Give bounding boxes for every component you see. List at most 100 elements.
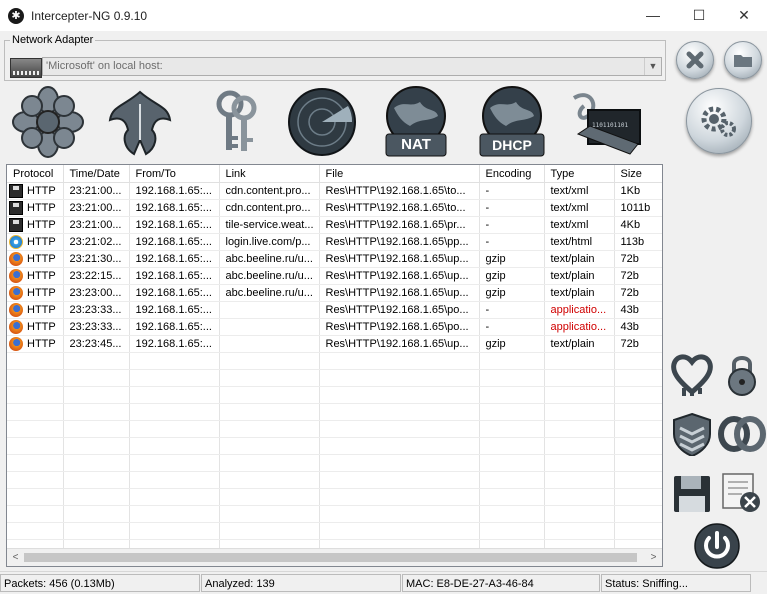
empty-cell [129,403,220,421]
empty-row [7,454,662,472]
empty-cell [63,386,130,404]
stop-button[interactable] [676,41,714,79]
cell-encoding: - [479,301,545,319]
power-button[interactable] [694,523,740,569]
cell-encoding: gzip [479,335,545,353]
column-header-from-to[interactable]: From/To [129,165,220,183]
column-header-protocol[interactable]: Protocol [7,165,64,183]
internet-explorer-icon [9,235,23,249]
cell-protocol: HTTP [7,216,64,234]
empty-cell [129,437,220,455]
scrollbar-thumb[interactable] [24,553,637,562]
settings-button[interactable] [686,88,752,154]
empty-cell [129,454,220,472]
column-header-encoding[interactable]: Encoding [479,165,545,183]
table-row[interactable]: HTTP 23:23:45... 192.168.1.65:... Res\HTTP\… [7,335,662,353]
status-mac: MAC: E8-DE-27-A3-46-84 [402,574,600,592]
dhcp-label: DHCP [492,137,532,153]
adapter-selected-value: 'Microsoft' on local host: [46,60,163,72]
nat-mode-button[interactable]: NAT [380,86,452,158]
cell-file: Res\HTTP\192.168.1.65\to... [319,199,480,217]
protocol-label: HTTP [27,202,56,214]
protocol-label: HTTP [27,236,56,248]
chevron-down-icon[interactable]: ▼ [644,58,661,75]
empty-cell [544,454,615,472]
floppy-save-icon [674,476,710,512]
table-row[interactable]: HTTP 23:21:02... 192.168.1.65:... login.liv… [7,233,662,251]
dhcp-mode-button[interactable]: DHCP [476,86,548,158]
cell-encoding: - [479,199,545,217]
minimize-button[interactable]: — [630,0,676,31]
empty-cell [319,403,480,421]
column-header-type[interactable]: Type [544,165,615,183]
table-row[interactable]: HTTP 23:21:30... 192.168.1.65:... abc.beeli… [7,250,662,268]
scroll-left-icon[interactable]: < [7,549,24,566]
empty-cell [319,437,480,455]
empty-row [7,352,662,370]
rings-button[interactable] [718,412,766,456]
messenger-mode-button[interactable] [12,86,84,158]
padlock-button[interactable] [720,352,764,396]
open-button[interactable] [724,41,762,79]
clear-log-button[interactable] [720,470,764,514]
protocol-label: HTTP [27,304,56,316]
nat-label: NAT [401,136,431,153]
padlock-icon [728,356,756,396]
column-header-time[interactable]: Time/Date [63,165,130,183]
shield-button[interactable] [670,412,714,458]
cell-link: abc.beeline.ru/u... [219,250,320,268]
table-row[interactable]: HTTP 23:21:00... 192.168.1.65:... cdn.conte… [7,182,662,200]
cell-file: Res\HTTP\192.168.1.65\pp... [319,233,480,251]
scan-mode-button[interactable] [286,86,358,158]
cell-type: text/plain [544,335,615,353]
phoenix-mode-button[interactable] [104,86,176,158]
empty-cell [7,454,64,472]
save-button[interactable] [670,472,714,516]
cell-link: login.live.com/p... [219,233,320,251]
empty-cell [479,454,545,472]
raw-mode-button[interactable]: 1101101101 [570,86,642,158]
cell-file: Res\HTTP\192.168.1.65\up... [319,284,480,302]
table-row[interactable]: HTTP 23:22:15... 192.168.1.65:... abc.beeli… [7,267,662,285]
empty-cell [479,386,545,404]
scroll-right-icon[interactable]: > [645,549,662,566]
column-header-link[interactable]: Link [219,165,320,183]
maximize-button[interactable]: ☐ [676,0,722,31]
table-row[interactable]: HTTP 23:21:00... 192.168.1.65:... tile-serv… [7,216,662,234]
password-mode-button[interactable] [200,86,272,158]
folder-icon [734,55,752,67]
cell-time: 23:21:30... [63,250,130,268]
cell-type: text/html [544,233,615,251]
table-row[interactable]: HTTP 23:21:00... 192.168.1.65:... cdn.conte… [7,199,662,217]
empty-cell [219,505,320,523]
cell-encoding: gzip [479,284,545,302]
cell-link: abc.beeline.ru/u... [219,284,320,302]
cell-type: text/plain [544,284,615,302]
cell-time: 23:21:00... [63,182,130,200]
cell-file: Res\HTTP\192.168.1.65\po... [319,318,480,336]
table-row[interactable]: HTTP 23:23:33... 192.168.1.65:... Res\HTTP\… [7,301,662,319]
gears-icon [701,106,736,137]
column-header-file[interactable]: File [319,165,480,183]
cell-file: Res\HTTP\192.168.1.65\up... [319,335,480,353]
horizontal-scrollbar[interactable]: < > [7,548,662,566]
cell-type: text/plain [544,250,615,268]
empty-cell [63,522,130,540]
empty-cell [63,437,130,455]
empty-cell [479,420,545,438]
phoenix-icon [108,90,172,156]
flower-icon [12,86,84,158]
firefox-icon [9,337,23,351]
empty-cell [7,420,64,438]
protocol-label: HTTP [27,287,56,299]
empty-cell [219,403,320,421]
close-button[interactable]: ✕ [721,0,767,31]
adapter-dropdown[interactable]: 'Microsoft' on local host: ▼ [42,57,662,76]
empty-cell [63,420,130,438]
heartbleed-button[interactable] [670,352,714,396]
table-row[interactable]: HTTP 23:23:33... 192.168.1.65:... Res\HTTP\… [7,318,662,336]
empty-cell [129,505,220,523]
table-row[interactable]: HTTP 23:23:00... 192.168.1.65:... abc.beeli… [7,284,662,302]
column-header-size[interactable]: Size [614,165,662,183]
cell-type: applicatio... [544,301,615,319]
